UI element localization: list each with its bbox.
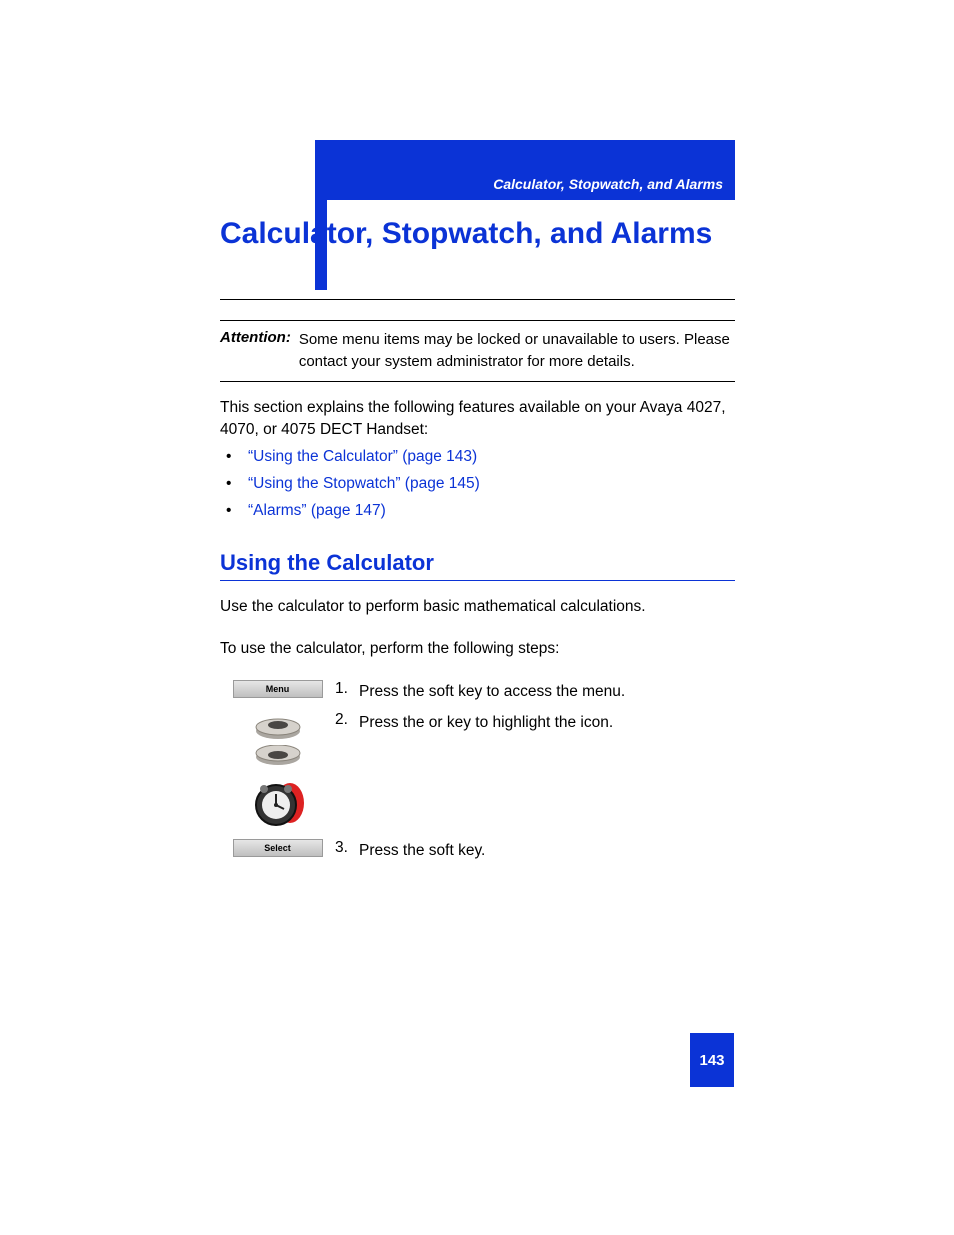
step-row: Select 3. Press the soft key.	[220, 839, 735, 862]
list-item: “Alarms” (page 147)	[220, 502, 735, 520]
softkey-select: Select	[233, 839, 323, 857]
attention-note: Attention: Some menu items may be locked…	[220, 320, 735, 382]
key-column: Menu	[220, 680, 335, 698]
step-text: Press the soft key to access the menu.	[359, 680, 735, 703]
attention-text: Some menu items may be locked or unavail…	[299, 329, 735, 373]
steps-container: Menu 1. Press the soft key to access the…	[220, 680, 735, 871]
clock-alarm-icon	[252, 779, 304, 827]
nav-key-group	[233, 711, 323, 827]
page-number: 143	[690, 1033, 734, 1087]
horizontal-rule	[220, 299, 735, 300]
link-list: “Using the Calculator” (page 143) “Using…	[220, 448, 735, 529]
running-header: Calculator, Stopwatch, and Alarms	[315, 140, 735, 200]
intro-paragraph: This section explains the following feat…	[220, 397, 735, 442]
running-title: Calculator, Stopwatch, and Alarms	[493, 176, 723, 192]
step-row: Menu 1. Press the soft key to access the…	[220, 680, 735, 703]
step-text: Press the or key to highlight the icon.	[359, 711, 735, 734]
nav-up-icon	[254, 711, 302, 739]
section-paragraph-1: Use the calculator to perform basic math…	[220, 598, 735, 616]
section-paragraph-2: To use the calculator, perform the follo…	[220, 640, 735, 658]
link-using-stopwatch[interactable]: “Using the Stopwatch” (page 145)	[248, 475, 480, 492]
step-row: 2. Press the or key to highlight the ico…	[220, 711, 735, 831]
key-column	[220, 711, 335, 827]
step-text: Press the soft key.	[359, 839, 735, 862]
step-number: 2.	[335, 711, 359, 729]
attention-label: Attention:	[220, 329, 291, 373]
link-alarms[interactable]: “Alarms” (page 147)	[248, 502, 386, 519]
section-heading: Using the Calculator	[220, 550, 735, 581]
list-item: “Using the Stopwatch” (page 145)	[220, 475, 735, 493]
key-column: Select	[220, 839, 335, 857]
page-title: Calculator, Stopwatch, and Alarms	[220, 215, 735, 253]
list-item: “Using the Calculator” (page 143)	[220, 448, 735, 466]
softkey-menu: Menu	[233, 680, 323, 698]
step-number: 1.	[335, 680, 359, 698]
step-number: 3.	[335, 839, 359, 857]
link-using-calculator[interactable]: “Using the Calculator” (page 143)	[248, 448, 477, 465]
nav-down-icon	[254, 745, 302, 773]
